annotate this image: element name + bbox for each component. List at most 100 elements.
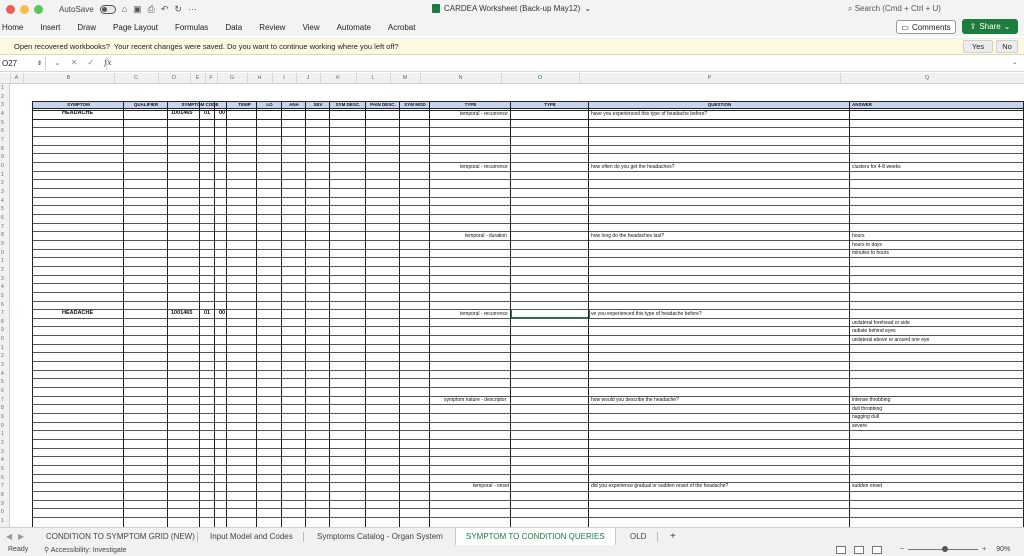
row-header[interactable]: 4	[1, 284, 4, 290]
comments-button[interactable]: ▭ Comments	[896, 20, 956, 34]
type-cell[interactable]: temporal - recurrence	[460, 111, 508, 117]
symptom-cell[interactable]: HEADACHE	[62, 310, 93, 316]
row-header[interactable]: 5	[1, 293, 4, 299]
zoom-out-button[interactable]: −	[900, 546, 904, 553]
row-header[interactable]: 1	[1, 345, 4, 351]
formula-input[interactable]	[106, 57, 1006, 70]
header-type-n[interactable]: TYPE	[430, 102, 511, 107]
row-header[interactable]: 8	[1, 146, 4, 152]
more-icon[interactable]: ···	[188, 4, 197, 14]
answer-cell[interactable]: severe	[852, 423, 867, 429]
row-header[interactable]: 3	[1, 362, 4, 368]
column-header-g[interactable]: G	[217, 75, 247, 81]
row-header[interactable]: 7	[1, 483, 4, 489]
sheet-content[interactable]: SYMPTOM QUALIFIER SYMPTOM CODE TEMP LO A…	[10, 84, 1024, 527]
tab-home[interactable]: Home	[2, 23, 23, 32]
row-header[interactable]: 0	[1, 163, 4, 169]
row-header[interactable]: 3	[1, 276, 4, 282]
type-cell[interactable]: temporal - recurrence	[460, 311, 508, 317]
answer-cell[interactable]: unilateral above or around one eye	[852, 337, 929, 343]
header-temp[interactable]: TEMP	[232, 102, 257, 107]
name-box[interactable]: O27 ⇕	[0, 57, 46, 70]
answer-cell[interactable]: sudden onset	[852, 483, 882, 489]
sheet-tab-old[interactable]: OLD	[630, 532, 646, 541]
zoom-window-button[interactable]	[34, 4, 43, 14]
column-header-a[interactable]: A	[10, 75, 23, 81]
type-cell[interactable]: symptom nature - descriptor	[444, 397, 506, 403]
column-header-f[interactable]: F	[205, 75, 217, 81]
row-header[interactable]: 8	[1, 492, 4, 498]
row-header[interactable]: 8	[1, 405, 4, 411]
row-header[interactable]: 7	[1, 397, 4, 403]
row-header[interactable]: 0	[1, 250, 4, 256]
header-sym-mod[interactable]: SYM MOD	[400, 102, 430, 107]
row-header[interactable]: 1	[1, 172, 4, 178]
next-sheet-icon[interactable]: ▶	[18, 532, 24, 541]
column-header-l[interactable]: L	[356, 75, 390, 81]
normal-view-icon[interactable]	[836, 546, 846, 554]
header-answer[interactable]: ANSWER	[850, 102, 1024, 107]
column-header-b[interactable]: B	[23, 75, 114, 81]
row-header[interactable]: 1	[1, 518, 4, 524]
yes-button[interactable]: Yes	[963, 40, 993, 53]
row-header[interactable]: 0	[1, 423, 4, 429]
sheet-tab-input-model[interactable]: Input Model and Codes	[210, 532, 293, 541]
answer-cell[interactable]: hours	[852, 233, 865, 239]
tab-page-layout[interactable]: Page Layout	[113, 23, 158, 32]
row-header[interactable]: 9	[1, 414, 4, 420]
share-button[interactable]: ⇪ Share ⌄	[962, 19, 1018, 34]
row-header[interactable]: 8	[1, 319, 4, 325]
header-sym-desc[interactable]: SYM DESC.	[330, 102, 366, 107]
page-layout-view-icon[interactable]	[854, 546, 864, 554]
row-header[interactable]: 3	[1, 189, 4, 195]
spreadsheet-grid[interactable]: ABCDEFGHIJKLMNOPQ 1234567890123456789012…	[0, 73, 1024, 527]
row-header[interactable]: 1	[1, 431, 4, 437]
header-symptom-code[interactable]: SYMPTOM CODE	[168, 102, 232, 107]
row-header[interactable]: 9	[1, 327, 4, 333]
question-cell[interactable]: how often do you get the headaches?	[591, 164, 674, 170]
header-sev[interactable]: SEV	[306, 102, 330, 107]
sheet-tab-condition-to-symptom[interactable]: CONDITION TO SYMPTOM GRID (NEW)	[46, 532, 195, 541]
home-icon[interactable]: ⌂	[122, 4, 127, 14]
column-header-d[interactable]: D	[158, 75, 190, 81]
row-header[interactable]: 7	[1, 310, 4, 316]
row-header[interactable]: 0	[1, 509, 4, 515]
header-ana[interactable]: ANA	[282, 102, 306, 107]
row-header[interactable]: 4	[1, 111, 4, 117]
row-header[interactable]: 4	[1, 371, 4, 377]
answer-cell[interactable]: unilateral forehead or side	[852, 320, 910, 326]
redo-icon[interactable]: ↻	[174, 4, 182, 15]
row-header[interactable]: 1	[1, 85, 4, 91]
row-header[interactable]: 8	[1, 232, 4, 238]
symptom-code-cell[interactable]: 1001465	[171, 310, 192, 316]
row-header[interactable]: 1	[1, 258, 4, 264]
autosave-toggle[interactable]	[99, 4, 116, 14]
row-header[interactable]: 5	[1, 120, 4, 126]
row-header[interactable]: 6	[1, 302, 4, 308]
header-symptom[interactable]: SYMPTOM	[33, 102, 124, 107]
row-header[interactable]: 4	[1, 198, 4, 204]
type-cell[interactable]: temporal - onset	[473, 483, 509, 489]
column-header-c[interactable]: C	[114, 75, 158, 81]
question-cell[interactable]: ve you experienced this type of headache…	[591, 311, 702, 317]
tab-data[interactable]: Data	[225, 23, 242, 32]
enter-icon[interactable]: ✓	[87, 58, 94, 67]
no-button[interactable]: No	[996, 40, 1018, 53]
cancel-icon[interactable]: ✕	[71, 58, 78, 67]
answer-cell[interactable]: dull throbbing	[852, 406, 882, 412]
header-type-o[interactable]: TYPE	[511, 102, 589, 107]
document-title[interactable]: CARDEA Worksheet (Back-up May12) ⌄	[432, 4, 591, 13]
selected-cell-o27[interactable]	[511, 309, 590, 318]
row-header[interactable]: 9	[1, 501, 4, 507]
answer-cell[interactable]: radiate behind eyes	[852, 328, 896, 334]
column-header-o[interactable]: O	[501, 75, 579, 81]
row-header[interactable]: 4	[1, 457, 4, 463]
code-e-cell[interactable]: 01	[204, 310, 210, 316]
tab-insert[interactable]: Insert	[40, 23, 60, 32]
header-question[interactable]: QUESTION	[589, 102, 850, 107]
sheet-tab-symptoms-catalog[interactable]: Symptoms Catalog - Organ System	[317, 532, 443, 541]
type-cell[interactable]: temporal - duration	[465, 233, 507, 239]
tab-review[interactable]: Review	[259, 23, 285, 32]
row-header[interactable]: 5	[1, 206, 4, 212]
column-header-j[interactable]: J	[296, 75, 320, 81]
